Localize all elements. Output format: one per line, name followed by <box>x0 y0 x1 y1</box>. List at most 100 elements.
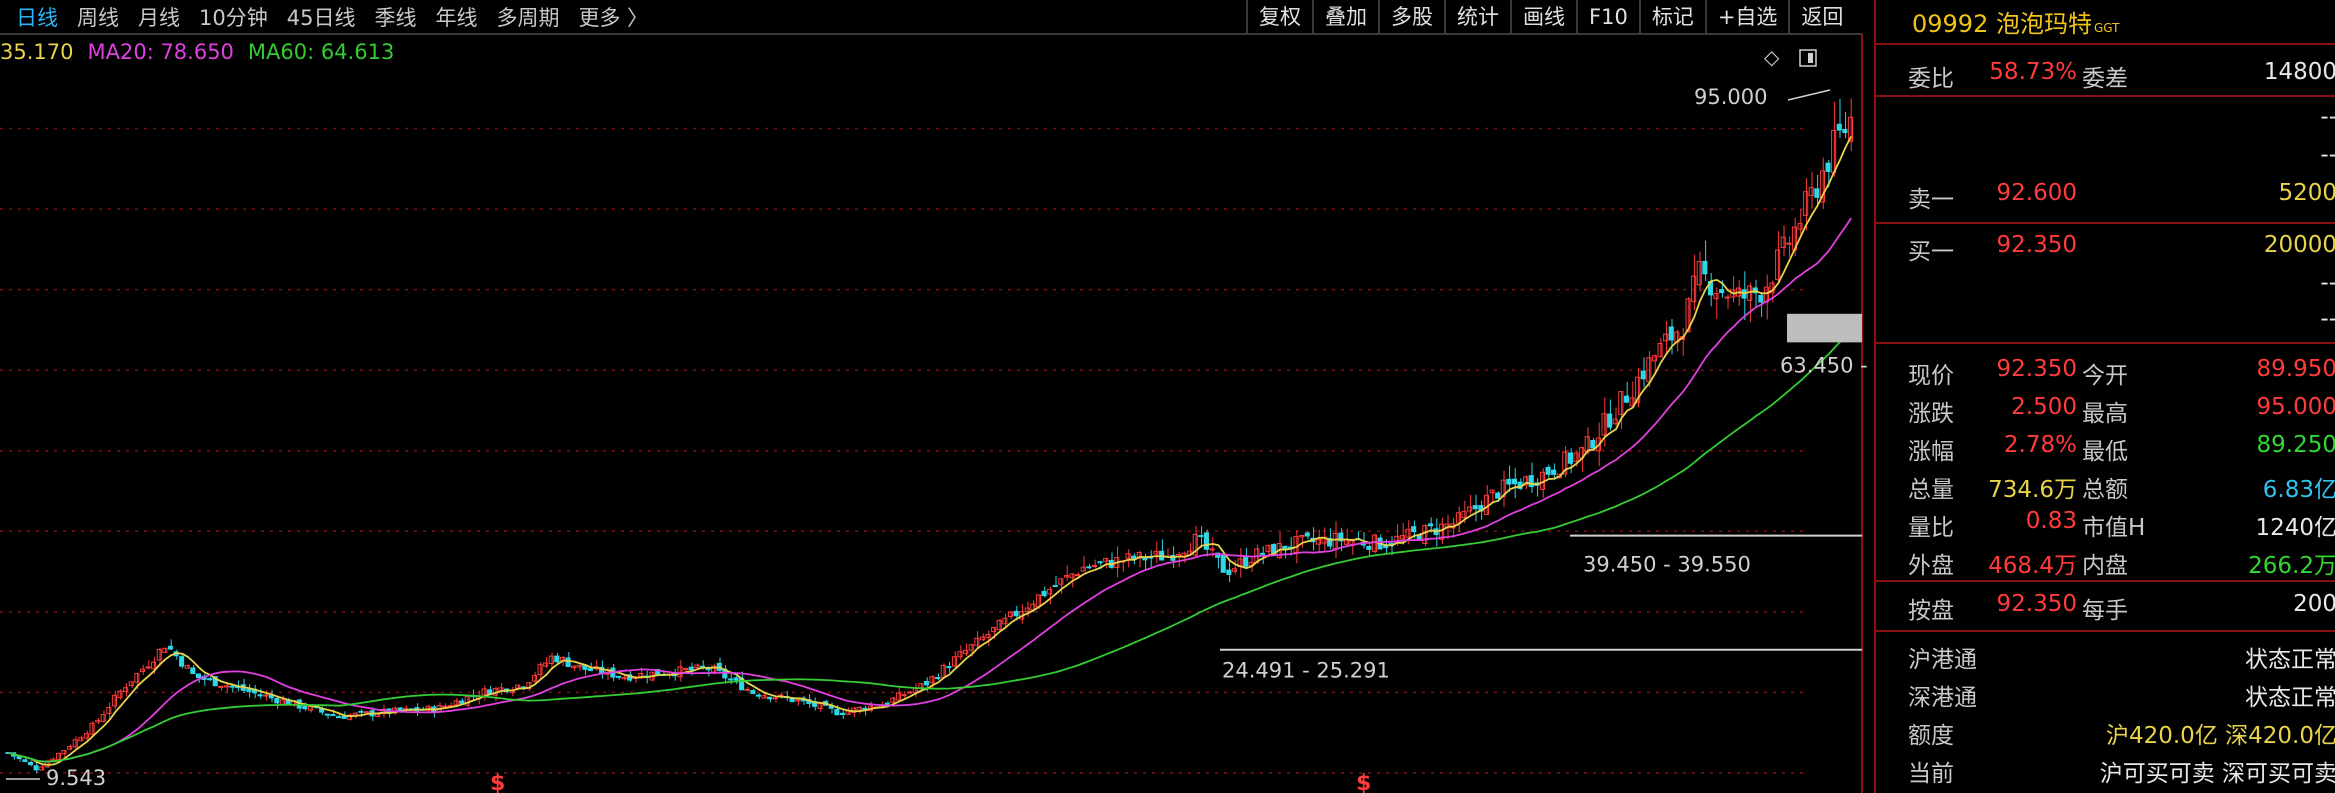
tab-period-5[interactable]: 季线 <box>374 2 416 32</box>
candle-body <box>453 700 459 706</box>
toolbar-button-0[interactable]: 复权 <box>1246 0 1312 34</box>
candle-body <box>1265 544 1271 553</box>
current-row: 当前 沪可买可卖 深可买可卖 <box>1908 761 2335 787</box>
candle-body <box>1831 129 1837 174</box>
candle-body <box>481 688 487 696</box>
candle-body <box>1304 532 1310 537</box>
tab-period-8[interactable]: 更多 〉 <box>578 2 648 32</box>
candle-body <box>615 675 622 678</box>
candle-body <box>895 692 902 701</box>
period-tab-bar: 日线 周线 月线 10分钟 45日线 季线 年线 多周期 更多 〉 <box>0 0 1248 34</box>
candle-body <box>1545 466 1551 475</box>
weibi-value: 58.73% <box>1989 59 2077 85</box>
candle-body <box>279 699 285 705</box>
weicha-value: 14800 <box>2263 59 2335 85</box>
candle-body <box>727 678 734 681</box>
candle-body <box>1299 534 1305 538</box>
candle-body <box>375 713 381 717</box>
ma-legend: 35.170 MA20: 78.650 MA60: 64.613 <box>0 40 408 64</box>
toolbar-button-5[interactable]: F10 <box>1576 0 1639 34</box>
candle-body <box>184 665 190 669</box>
candle-body <box>128 681 134 686</box>
candle-body <box>1058 578 1064 585</box>
candle-body <box>901 694 907 697</box>
candle-body <box>1495 492 1501 499</box>
candle-body <box>145 666 151 669</box>
candle-body <box>1086 566 1092 569</box>
toolbar-button-6[interactable]: 标记 <box>1638 0 1705 34</box>
candle-body <box>139 668 145 673</box>
sell-level-1[interactable]: 卖一 92.600 5200 <box>1876 176 2335 214</box>
toolbar-button-8[interactable]: 返回 <box>1788 0 1854 34</box>
tab-period-2[interactable]: 月线 <box>138 2 180 32</box>
candle-body <box>111 694 118 707</box>
candle-body <box>890 697 896 703</box>
quote-row-5: 外盘 468.4万 内盘 266.2万 <box>1908 553 2335 579</box>
candle-body <box>940 664 946 678</box>
candle-body <box>1741 289 1747 299</box>
candle-body <box>1601 413 1607 436</box>
toolbar-button-3[interactable]: 统计 <box>1444 0 1510 34</box>
candle-body <box>61 749 67 755</box>
candle-body <box>274 697 280 704</box>
candle-body <box>951 656 958 667</box>
candle-body <box>1035 594 1042 608</box>
candle-body <box>1427 523 1434 527</box>
tab-period-4[interactable]: 45日线 <box>287 2 356 32</box>
candle-body <box>1663 333 1669 342</box>
candle-body <box>1366 545 1372 550</box>
candle-body <box>1063 575 1070 578</box>
price-zone-box <box>1787 313 1862 343</box>
kline-chart-panel[interactable]: 90.0080.0070.0060.0050.0040.0030.0020.00… <box>0 0 1874 793</box>
candle-body <box>1125 553 1131 559</box>
candle-body <box>1775 249 1781 281</box>
quote-row-4: 量比 0.83 市值H 1240亿 <box>1908 508 2335 541</box>
toolbar-button-1[interactable]: 叠加 <box>1312 0 1378 34</box>
tab-period-6[interactable]: 年线 <box>435 2 477 32</box>
dividend-marker-0: $ <box>490 771 505 793</box>
candle-body <box>190 667 196 674</box>
toolbar-button-4[interactable]: 画线 <box>1510 0 1576 34</box>
candle-body <box>50 758 56 761</box>
candle-body <box>223 685 229 688</box>
candle-body <box>1332 532 1338 550</box>
candle-body <box>1097 561 1103 564</box>
tab-period-3[interactable]: 10分钟 <box>199 2 268 32</box>
candle-body <box>459 700 465 704</box>
buy-level-1[interactable]: 买一 92.350 20000 <box>1876 228 2335 266</box>
candle-body <box>537 664 543 676</box>
high-price-label: 95.000 <box>1694 85 1767 109</box>
candle-body <box>795 699 801 702</box>
candle-body <box>979 636 986 641</box>
candle-body <box>1226 569 1232 575</box>
candle-body <box>1069 573 1075 579</box>
candle-body <box>1411 526 1417 533</box>
candle-body <box>1825 162 1831 172</box>
dividend-marker-1: $ <box>1356 771 1371 793</box>
toolbar-button-7[interactable]: +自选 <box>1704 0 1789 34</box>
candle-body <box>302 705 308 710</box>
candle-body <box>257 694 263 697</box>
tab-period-1[interactable]: 周线 <box>77 2 119 32</box>
toolbar-button-2[interactable]: 多股 <box>1378 0 1444 34</box>
candle-body <box>1259 552 1266 555</box>
price-zone-label-3: 24.491 - 25.291 <box>1222 659 1390 683</box>
candle-body <box>1343 539 1350 545</box>
low-price-label: 9.543 <box>46 766 106 790</box>
candle-body <box>1623 395 1630 403</box>
tab-period-7[interactable]: 多周期 <box>496 2 559 32</box>
candle-body <box>985 633 991 639</box>
candle-body <box>515 684 521 689</box>
tab-period-0[interactable]: 日线 <box>16 2 58 32</box>
candle-body <box>750 690 756 694</box>
candle-body <box>1702 260 1708 275</box>
candle-body <box>229 685 235 688</box>
candle-body <box>767 696 773 700</box>
candle-body <box>1724 296 1730 299</box>
candle-body <box>1243 556 1249 567</box>
candle-body <box>683 668 689 671</box>
kline-chart[interactable]: 90.0080.0070.0060.0050.0040.0030.0020.00… <box>0 0 1874 793</box>
candle-body <box>33 765 39 771</box>
candle-body <box>442 705 448 708</box>
candle-body <box>1153 550 1159 555</box>
